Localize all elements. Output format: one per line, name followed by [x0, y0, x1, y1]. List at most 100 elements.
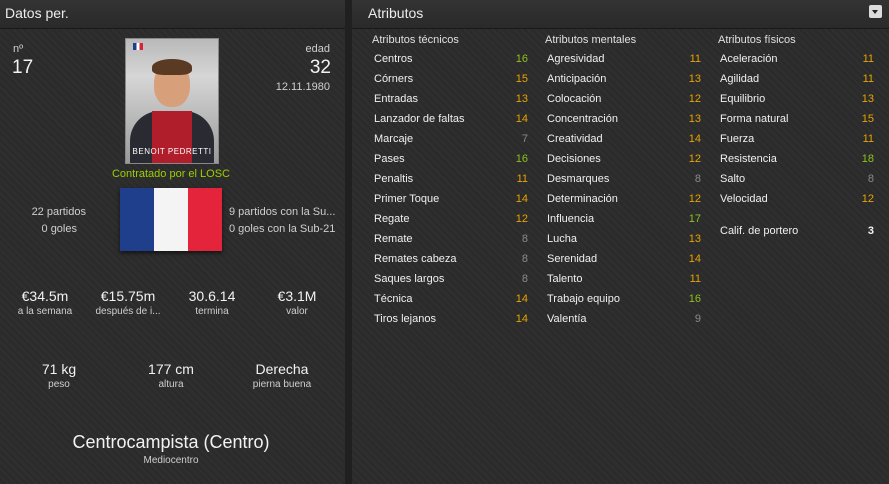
attribute-row[interactable]: Regate 12 — [374, 213, 528, 231]
attribute-name: Regate — [374, 213, 410, 225]
attribute-row[interactable]: Agilidad 11 — [720, 73, 874, 91]
attribute-value: 17 — [688, 213, 701, 225]
attribute-row[interactable]: Trabajo equipo 16 — [547, 293, 701, 311]
attribute-value: 8 — [521, 273, 528, 285]
attribute-name: Lanzador de faltas — [374, 113, 465, 125]
attribute-name: Desmarques — [547, 173, 610, 185]
attribute-row[interactable]: Salto 8 — [720, 173, 874, 191]
attribute-row[interactable]: Primer Toque 14 — [374, 193, 528, 211]
attribute-row[interactable]: Resistencia 18 — [720, 153, 874, 171]
contract-status[interactable]: Contratado por el LOSC — [0, 168, 342, 180]
attribute-name: Anticipación — [547, 73, 607, 85]
attribute-row[interactable]: Anticipación 13 — [547, 73, 701, 91]
attribute-name: Colocación — [547, 93, 602, 105]
attribute-row[interactable]: Creatividad 14 — [547, 133, 701, 151]
attribute-row[interactable]: Remates cabeza 8 — [374, 253, 528, 271]
age-value: 32 — [309, 57, 331, 78]
international-matches: 9 partidos con la Su... — [229, 206, 336, 218]
attribute-row[interactable]: Técnica 14 — [374, 293, 528, 311]
attribute-row[interactable]: Lucha 13 — [547, 233, 701, 251]
attribute-row[interactable]: Influencia 17 — [547, 213, 701, 231]
height-label: altura — [158, 379, 184, 390]
net-wage-label: después de i... — [95, 306, 161, 317]
goalkeeper-rating-row[interactable]: Calif. de portero 3 — [720, 225, 874, 243]
attribute-row[interactable]: Talento 11 — [547, 273, 701, 291]
attribute-value: 11 — [862, 73, 874, 85]
attribute-value: 16 — [688, 293, 701, 305]
attribute-value: 14 — [515, 313, 528, 325]
attribute-name: Agresividad — [547, 53, 605, 65]
attribute-row[interactable]: Pases 16 — [374, 153, 528, 171]
preferred-foot-block: Derecha pierna buena — [242, 361, 322, 390]
attribute-value: 12 — [688, 93, 701, 105]
attribute-row[interactable]: Colocación 12 — [547, 93, 701, 111]
attribute-row[interactable]: Desmarques 8 — [547, 173, 701, 191]
attribute-value: 11 — [862, 53, 874, 65]
attribute-row[interactable]: Remate 8 — [374, 233, 528, 251]
attribute-row[interactable]: Valentía 9 — [547, 313, 701, 331]
attribute-value: 12 — [688, 153, 701, 165]
attribute-row[interactable]: Forma natural 15 — [720, 113, 874, 131]
attribute-name: Valentía — [547, 313, 587, 325]
market-value-block: €3.1M valor — [257, 288, 337, 317]
preferred-foot-label: pierna buena — [252, 379, 312, 390]
attribute-value: 14 — [515, 293, 528, 305]
attribute-row[interactable]: Saques largos 8 — [374, 273, 528, 291]
attribute-row[interactable]: Decisiones 12 — [547, 153, 701, 171]
attribute-value: 15 — [861, 113, 874, 125]
attribute-value: 13 — [861, 93, 874, 105]
position-title: Centrocampista (Centro) — [72, 432, 270, 452]
attribute-name: Lucha — [547, 233, 577, 245]
attribute-name: Fuerza — [720, 133, 755, 145]
attribute-name: Penaltis — [374, 173, 414, 185]
attribute-name: Remate — [374, 233, 413, 245]
attribute-name: Remates cabeza — [374, 253, 457, 265]
position-block: Centrocampista (Centro) Mediocentro — [0, 432, 342, 466]
attribute-name: Creatividad — [547, 133, 603, 145]
attribute-value: 14 — [515, 113, 528, 125]
attributes-panel: Atributos Atributos técnicos Centros 16 Có… — [352, 0, 889, 484]
attribute-value: 16 — [515, 53, 528, 65]
attribute-name: Entradas — [374, 93, 419, 105]
attribute-row[interactable]: Equilibrio 13 — [720, 93, 874, 111]
attribute-name: Salto — [720, 173, 746, 185]
attribute-name: Centros — [374, 53, 413, 65]
attribute-row[interactable]: Penaltis 11 — [374, 173, 528, 191]
attribute-row[interactable]: Entradas 13 — [374, 93, 528, 111]
attribute-row[interactable]: Concentración 13 — [547, 113, 701, 131]
attribute-value: 16 — [515, 153, 528, 165]
club-goals: 0 goles — [41, 223, 77, 235]
attribute-row[interactable]: Determinación 12 — [547, 193, 701, 211]
attribute-name: Concentración — [547, 113, 618, 125]
mental-heading: Atributos mentales — [545, 34, 637, 46]
personal-data-panel: Datos per. nº 17 edad 32 12.11.1980 BENO… — [0, 0, 345, 484]
attribute-row[interactable]: Aceleración 11 — [720, 53, 874, 71]
options-dropdown-button[interactable] — [869, 5, 882, 18]
attribute-row[interactable]: Lanzador de faltas 14 — [374, 113, 528, 131]
panel-title: Atributos — [368, 5, 424, 21]
attribute-value: 14 — [515, 193, 528, 205]
attribute-row[interactable]: Tiros lejanos 14 — [374, 313, 528, 331]
attribute-row[interactable]: Marcaje 7 — [374, 133, 528, 151]
attribute-row[interactable]: Centros 16 — [374, 53, 528, 71]
attribute-row[interactable]: Agresividad 11 — [547, 53, 701, 71]
attribute-value: 11 — [862, 133, 874, 145]
weight-label: peso — [48, 379, 70, 390]
attribute-name: Serenidad — [547, 253, 598, 265]
panel-header: Atributos — [352, 0, 889, 29]
contract-finance-row: €34.5m a la semana €15.75m después de i.… — [0, 288, 342, 324]
attribute-row[interactable]: Velocidad 12 — [720, 193, 874, 211]
attribute-name: Tiros lejanos — [374, 313, 436, 325]
weight-value: 71 kg — [41, 361, 77, 377]
attribute-row[interactable]: Fuerza 11 — [720, 133, 874, 151]
attribute-value: 8 — [867, 173, 874, 185]
wage-label: a la semana — [17, 306, 73, 317]
market-value-label: valor — [286, 306, 308, 317]
national-flag-icon[interactable] — [120, 188, 222, 251]
attribute-value: 8 — [694, 173, 701, 185]
wage-value: €34.5m — [21, 288, 69, 304]
attribute-row[interactable]: Serenidad 14 — [547, 253, 701, 271]
attribute-value: 12 — [688, 193, 701, 205]
attribute-row[interactable]: Córners 15 — [374, 73, 528, 91]
shirt-number: 17 — [12, 57, 34, 78]
